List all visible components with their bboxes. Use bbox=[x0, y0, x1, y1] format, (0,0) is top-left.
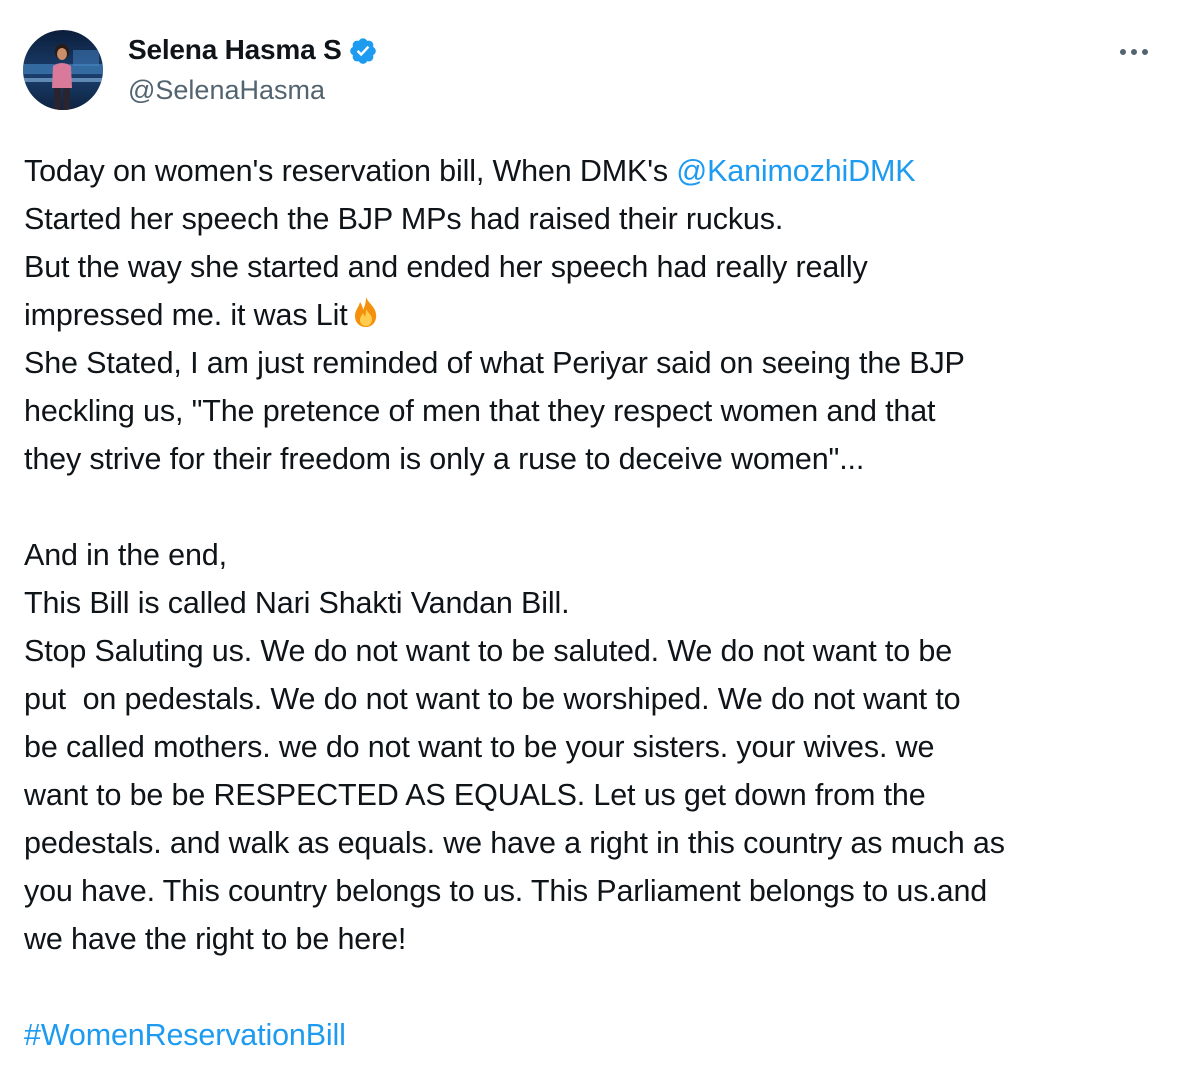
tweet-line: want to be be RESPECTED AS EQUALS. Let u… bbox=[24, 778, 926, 812]
tweet-line: impressed me. it was Lit bbox=[24, 291, 1174, 339]
tweet-line: put on pedestals. We do not want to be w… bbox=[24, 682, 961, 716]
hashtag-link[interactable]: #WomenReservationBill bbox=[24, 1018, 346, 1052]
tweet-line: And in the end, bbox=[24, 538, 227, 572]
paragraph-break bbox=[24, 963, 1174, 1011]
more-options-icon[interactable] bbox=[1112, 38, 1156, 66]
tweet-line-text: Today on women's reservation bill, When … bbox=[24, 154, 677, 188]
avatar[interactable] bbox=[23, 30, 103, 110]
tweet-text: Today on women's reservation bill, When … bbox=[24, 147, 1174, 1059]
tweet-line: This Bill is called Nari Shakti Vandan B… bbox=[24, 586, 570, 620]
tweet-line: they strive for their freedom is only a … bbox=[24, 442, 865, 476]
avatar-image bbox=[23, 30, 103, 110]
tweet-line: Today on women's reservation bill, When … bbox=[24, 147, 1174, 195]
paragraph-break bbox=[24, 483, 1174, 531]
tweet-line: heckling us, "The pretence of men that t… bbox=[24, 394, 936, 428]
tweet-line: we have the right to be here! bbox=[24, 922, 407, 956]
author-display-name[interactable]: Selena Hasma S bbox=[128, 32, 342, 68]
tweet-line: Stop Saluting us. We do not want to be s… bbox=[24, 634, 953, 668]
tweet-line: you have. This country belongs to us. Th… bbox=[24, 874, 988, 908]
tweet-line: #WomenReservationBill bbox=[24, 1011, 1174, 1059]
tweet-line: She Stated, I am just reminded of what P… bbox=[24, 346, 965, 380]
verified-badge-icon[interactable] bbox=[348, 36, 378, 66]
tweet-line: Started her speech the BJP MPs had raise… bbox=[24, 202, 784, 236]
mention-link[interactable]: @KanimozhiDMK bbox=[676, 154, 915, 188]
tweet-line: pedestals. and walk as equals. we have a… bbox=[24, 826, 1005, 860]
fire-emoji-icon bbox=[349, 295, 383, 329]
tweet-line: be called mothers. we do not want to be … bbox=[24, 730, 935, 764]
author-handle[interactable]: @SelenaHasma bbox=[128, 72, 325, 108]
author-name-row: Selena Hasma S bbox=[128, 32, 378, 68]
tweet-line-text: impressed me. it was Lit bbox=[24, 298, 348, 332]
tweet[interactable]: Selena Hasma S @SelenaHasma Today on wom… bbox=[0, 0, 1195, 1081]
tweet-line: But the way she started and ended her sp… bbox=[24, 250, 868, 284]
